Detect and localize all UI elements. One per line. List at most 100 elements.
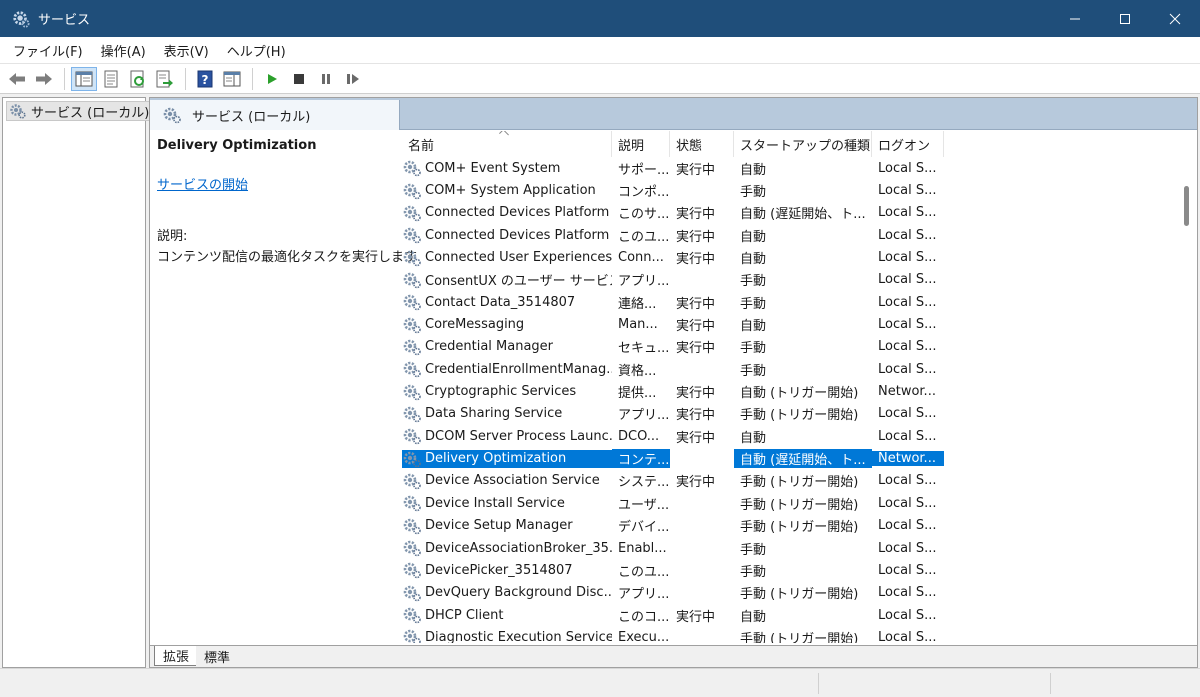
service-row[interactable]: COM+ System Application コンポ... 手動 Local S..… (402, 179, 1177, 201)
service-description-cell: 資格... (618, 363, 657, 379)
scrollbar-thumb[interactable] (1184, 186, 1189, 226)
service-description-cell: アプリ... (618, 408, 670, 424)
service-row[interactable]: Data Sharing Service アプリ... 実行中 手動 (トリガー開始)… (402, 403, 1177, 425)
service-startup-type-cell: 手動 (740, 564, 767, 580)
service-description-cell: コンポ... (618, 185, 670, 201)
service-row[interactable]: CredentialEnrollmentManag... 資格... 手動 Local… (402, 358, 1177, 380)
close-icon (1169, 13, 1181, 24)
service-row[interactable]: Diagnostic Execution Service Execu... 手動 (… (402, 626, 1177, 643)
show-hide-tree-button[interactable] (71, 66, 97, 91)
service-name: Credential Manager (425, 339, 554, 355)
service-startup-type-cell: 手動 (740, 363, 767, 379)
service-gear-icon (403, 406, 421, 423)
restart-service-button[interactable] (340, 67, 366, 91)
service-logon-cell: Local S... (878, 205, 937, 221)
vertical-scrollbar[interactable] (1177, 131, 1197, 643)
minimize-icon (1070, 18, 1080, 19)
properties-button[interactable] (98, 67, 124, 91)
service-row[interactable]: Credential Manager セキュ... 実行中 手動 Local S... (402, 336, 1177, 358)
pause-service-button[interactable] (313, 67, 339, 91)
service-status-cell: 実行中 (676, 408, 716, 424)
service-startup-type-cell: 自動 (740, 430, 767, 446)
service-gear-icon (403, 183, 421, 199)
service-logon-cell: Local S... (878, 629, 937, 643)
menu-file[interactable]: ファイル(F) (4, 41, 92, 60)
service-row[interactable]: DCOM Server Process Launc... DCO... 実行中 自動 L… (402, 425, 1177, 447)
service-name-cell: Delivery Optimization (402, 449, 612, 468)
service-name: CredentialEnrollmentManag... (425, 361, 612, 377)
start-service-button[interactable] (259, 67, 285, 91)
column-header-startup-type[interactable]: スタートアップの種類 (734, 131, 872, 157)
tree-item-services-local[interactable]: サービス (ローカル) (6, 101, 155, 121)
service-description-cell: ユーザ... (618, 497, 670, 513)
service-startup-type-cell: 自動 (遅延開始、ト... (734, 449, 872, 469)
service-row[interactable]: COM+ Event System サポー... 実行中 自動 Local S... (402, 157, 1177, 179)
stop-service-button[interactable] (286, 67, 312, 91)
service-logon-cell: Local S... (878, 361, 937, 377)
service-description-cell: アプリ... (618, 274, 670, 290)
service-logon-cell: Local S... (878, 585, 937, 601)
service-description-cell: このユ... (618, 564, 670, 580)
refresh-button[interactable] (125, 67, 151, 91)
column-header-logon[interactable]: ログオン (872, 131, 944, 157)
service-row[interactable]: Device Association Service システ... 実行中 手動 (ト… (402, 470, 1177, 492)
service-status-cell: 実行中 (676, 386, 716, 402)
service-row[interactable]: DHCP Client このコ... 実行中 自動 Local S... (402, 604, 1177, 626)
service-row[interactable]: Device Setup Manager デバイ... 手動 (トリガー開始) Loc… (402, 515, 1177, 537)
service-logon-cell: Local S... (878, 272, 937, 288)
service-row[interactable]: DeviceAssociationBroker_35... Enabl... 手動 L… (402, 537, 1177, 559)
service-description-cell: アプリ... (618, 587, 670, 603)
minimize-button[interactable] (1050, 0, 1100, 37)
maximize-button[interactable] (1100, 0, 1150, 37)
menu-help[interactable]: ヘルプ(H) (218, 41, 295, 60)
service-row[interactable]: Cryptographic Services 提供... 実行中 自動 (トリガー開始… (402, 380, 1177, 402)
start-service-link[interactable]: サービスの開始 (157, 174, 396, 193)
service-row[interactable]: Device Install Service ユーザ... 手動 (トリガー開始) L… (402, 492, 1177, 514)
column-header-description[interactable]: 説明 (612, 131, 670, 157)
service-status-cell: 実行中 (676, 475, 716, 491)
service-row[interactable]: CoreMessaging Man... 実行中 自動 Local S... (402, 313, 1177, 335)
service-row[interactable]: Connected Devices Platform ... このユ... 実行中 自… (402, 224, 1177, 246)
service-name: DevQuery Background Disc... (425, 585, 612, 601)
service-startup-type-cell: 手動 (740, 274, 767, 290)
service-name-cell: Credential Manager (402, 338, 612, 356)
tab-standard[interactable]: 標準 (196, 646, 239, 666)
service-gear-icon (403, 540, 421, 557)
tab-extended[interactable]: 拡張 (154, 646, 199, 666)
service-row[interactable]: DevicePicker_3514807 このユ... 手動 Local S... (402, 559, 1177, 581)
service-startup-type-cell: 手動 (トリガー開始) (740, 408, 859, 424)
gear-icon (163, 107, 181, 124)
service-row[interactable]: ConsentUX のユーザー サービス_... アプリ... 手動 Local S.… (402, 269, 1177, 291)
start-service-icon (268, 73, 277, 84)
service-logon-cell: Local S... (878, 406, 937, 422)
close-button[interactable] (1150, 0, 1200, 37)
help-button[interactable]: ? (192, 67, 218, 91)
service-row[interactable]: DevQuery Background Disc... アプリ... 手動 (トリガ… (402, 582, 1177, 604)
column-header-status[interactable]: 状態 (670, 131, 734, 157)
service-logon-cell: Local S... (878, 495, 937, 511)
menu-view[interactable]: 表示(V) (155, 41, 218, 60)
service-row[interactable]: Contact Data_3514807 連絡... 実行中 手動 Local S... (402, 291, 1177, 313)
service-description-cell: セキュ... (618, 341, 670, 357)
service-logon-cell: Local S... (878, 183, 937, 199)
console-tree: サービス (ローカル) (2, 97, 155, 668)
service-name: DCOM Server Process Launc... (425, 428, 612, 444)
service-description-cell: このコ... (618, 609, 670, 625)
service-row[interactable]: Connected Devices Platform ... このサ... 実行中 自… (402, 202, 1177, 224)
column-header-name[interactable]: 名前 (402, 131, 612, 157)
forward-button[interactable] (31, 67, 57, 91)
service-startup-type-cell: 自動 (トリガー開始) (740, 386, 859, 402)
service-row[interactable]: Connected User Experiences ... Conn... 実行中… (402, 246, 1177, 268)
menu-action[interactable]: 操作(A) (92, 41, 155, 60)
service-row[interactable]: Delivery Optimization コンテ... 自動 (遅延開始、ト...… (402, 447, 1177, 469)
column-headers: 名前 説明 状態 スタートアップの種類 ログオン (402, 131, 1177, 157)
show-hide-action-pane-button[interactable] (219, 67, 245, 91)
service-name: DHCP Client (425, 607, 504, 623)
service-startup-type-cell: 自動 (遅延開始、ト... (740, 207, 866, 223)
export-list-button[interactable] (152, 67, 178, 91)
back-button[interactable] (4, 67, 30, 91)
service-name-cell: DCOM Server Process Launc... (402, 427, 612, 445)
services-list: 名前 説明 状態 スタートアップの種類 ログオン COM+ Event Syst… (402, 131, 1177, 643)
service-logon-cell: Networ... (878, 384, 936, 400)
service-name-cell: DevicePicker_3514807 (402, 561, 612, 579)
